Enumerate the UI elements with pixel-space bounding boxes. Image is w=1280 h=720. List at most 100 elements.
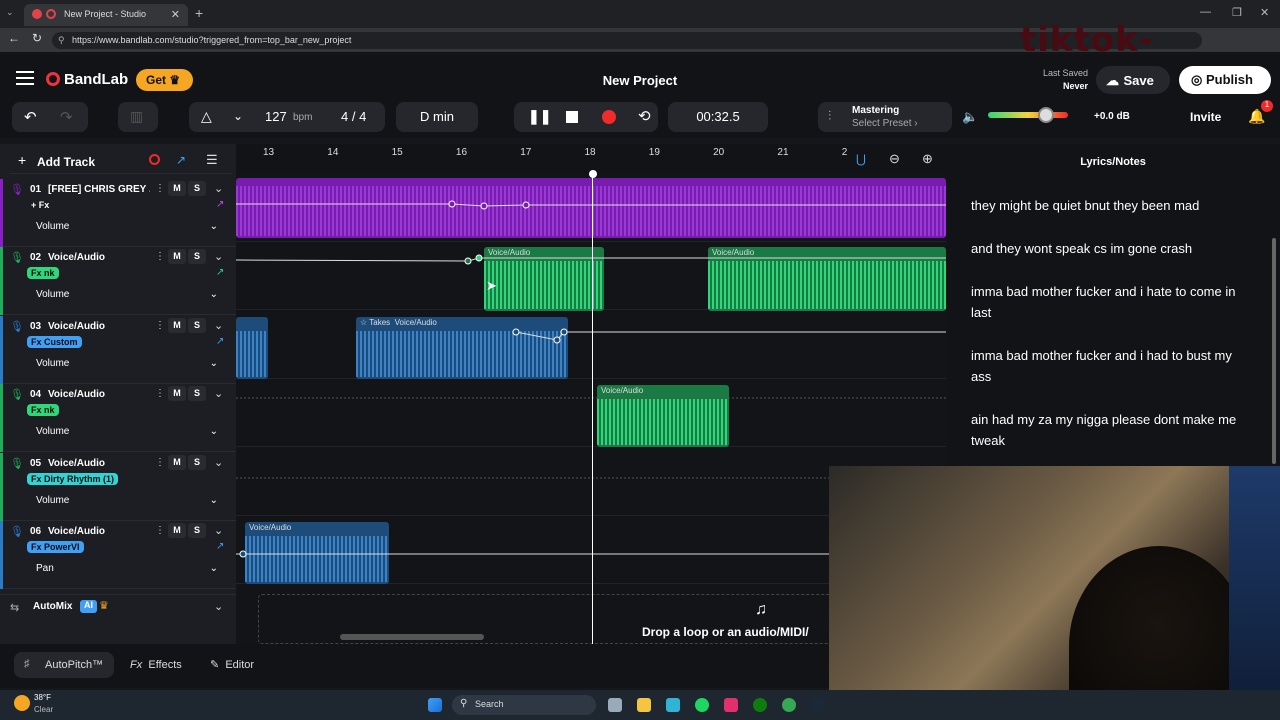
- stop-icon[interactable]: [566, 111, 578, 123]
- steam-icon[interactable]: [811, 698, 825, 712]
- track-header[interactable]: 🎙 05 Voice/Audio ⋮ M S ⌄ Fx Dirty Rhythm (1) Vol…: [0, 453, 236, 521]
- speaker-icon[interactable]: 🔈: [962, 109, 978, 125]
- chrome-icon[interactable]: [782, 698, 796, 712]
- playhead[interactable]: [592, 174, 593, 644]
- track-param-selector[interactable]: Volume ⌄: [14, 356, 228, 374]
- track-param-selector[interactable]: Volume ⌄: [14, 493, 228, 511]
- mute-button[interactable]: M: [168, 455, 186, 470]
- mute-button[interactable]: M: [168, 523, 186, 538]
- kebab-menu-icon[interactable]: ⋮: [155, 457, 165, 468]
- time-signature[interactable]: 4 / 4: [341, 109, 366, 124]
- reload-icon[interactable]: ↻: [32, 31, 42, 45]
- mixer-icon[interactable]: ☰: [206, 152, 218, 168]
- automation-edit-icon[interactable]: ↗: [216, 336, 224, 347]
- track-expand-icon[interactable]: ⌄: [214, 456, 223, 469]
- loop-icon[interactable]: ⟲: [638, 107, 651, 125]
- lyric-line[interactable]: they might be quiet bnut they been mad: [971, 195, 1251, 216]
- playhead-handle[interactable]: [589, 170, 597, 178]
- effects-button[interactable]: Fx Effects: [130, 659, 182, 671]
- spotify-icon[interactable]: [695, 698, 709, 712]
- publish-button[interactable]: ◎ Publish: [1179, 66, 1271, 94]
- redo-icon[interactable]: ↷: [60, 108, 73, 126]
- mute-button[interactable]: M: [168, 249, 186, 264]
- xbox-icon[interactable]: [753, 698, 767, 712]
- magnet-icon[interactable]: ⋃: [856, 152, 866, 166]
- tab-list-icon[interactable]: ⌄: [6, 7, 20, 21]
- lyric-line[interactable]: imma bad mother fucker and i hate to com…: [971, 281, 1251, 323]
- solo-button[interactable]: S: [188, 386, 206, 401]
- automation-node[interactable]: [464, 257, 472, 265]
- track-expand-icon[interactable]: ⌄: [214, 250, 223, 263]
- project-title[interactable]: New Project: [0, 73, 1280, 88]
- back-icon[interactable]: ←: [8, 31, 20, 45]
- instagram-icon[interactable]: [724, 698, 738, 712]
- zoom-in-icon[interactable]: ⊕: [922, 151, 933, 167]
- fx-badge[interactable]: Fx PowerVI: [27, 541, 84, 553]
- window-close-icon[interactable]: ✕: [1260, 6, 1269, 19]
- automation-edit-icon[interactable]: ↗: [216, 541, 224, 552]
- kebab-menu-icon[interactable]: ⋮: [155, 320, 165, 331]
- task-view-icon[interactable]: [608, 698, 622, 712]
- mic-icon[interactable]: 🎙: [10, 251, 24, 264]
- tab-close-icon[interactable]: ✕: [171, 8, 180, 21]
- horizontal-scrollbar[interactable]: [340, 634, 484, 640]
- track-param-selector[interactable]: Volume ⌄: [14, 424, 228, 442]
- track-name[interactable]: Voice/Audio: [48, 458, 150, 469]
- editor-button[interactable]: ✎ Editor: [210, 658, 254, 671]
- mic-icon[interactable]: 🎙: [10, 525, 24, 538]
- kebab-menu-icon[interactable]: ⋮: [155, 251, 165, 262]
- fx-badge[interactable]: Fx Dirty Rhythm (1): [27, 473, 119, 485]
- solo-button[interactable]: S: [188, 181, 206, 196]
- solo-button[interactable]: S: [188, 249, 206, 264]
- track-header[interactable]: 🎙 03 Voice/Audio ⋮ M S ⌄ Fx Custom ↗ Volume ⌄: [0, 316, 236, 384]
- automation-node[interactable]: [480, 202, 488, 210]
- record-arm-icon[interactable]: [149, 154, 160, 165]
- new-tab-button[interactable]: +: [195, 5, 203, 21]
- track-expand-icon[interactable]: ⌄: [214, 182, 223, 195]
- record-icon[interactable]: [602, 110, 616, 124]
- file-explorer-icon[interactable]: [637, 698, 651, 712]
- automation-node[interactable]: [512, 328, 520, 336]
- solo-button[interactable]: S: [188, 455, 206, 470]
- mute-button[interactable]: M: [168, 386, 186, 401]
- fx-badge[interactable]: Fx nk: [27, 267, 59, 279]
- automation-edit-icon[interactable]: ↗: [216, 267, 224, 278]
- time-display[interactable]: 00:32.5: [668, 102, 768, 132]
- maximize-icon[interactable]: ❐: [1232, 6, 1242, 19]
- master-volume-slider[interactable]: [988, 107, 1068, 123]
- track-name[interactable]: [FREE] CHRIS GREY ...: [48, 184, 150, 195]
- lyric-line[interactable]: and they wont speak cs im gone crash: [971, 238, 1251, 259]
- mastering-button[interactable]: ⫶ Mastering Select Preset ›: [818, 102, 952, 132]
- track-name[interactable]: Voice/Audio: [48, 526, 150, 537]
- automix-expand-icon[interactable]: ⌄: [214, 600, 223, 613]
- mute-button[interactable]: M: [168, 181, 186, 196]
- track-name[interactable]: Voice/Audio: [48, 389, 150, 400]
- taskbar-search[interactable]: ⚲ Search: [452, 695, 596, 715]
- kebab-menu-icon[interactable]: ⋮: [155, 183, 165, 194]
- undo-icon[interactable]: ↶: [24, 108, 37, 126]
- automation-node[interactable]: [522, 201, 530, 209]
- windows-start-icon[interactable]: [428, 698, 442, 712]
- add-track-button[interactable]: Add Track: [37, 155, 95, 169]
- autopitch-button[interactable]: ♯ AutoPitch™: [14, 652, 114, 678]
- lyric-line[interactable]: imma bad mother fucker and i had to bust…: [971, 345, 1251, 387]
- automation-node[interactable]: [560, 328, 568, 336]
- lyric-line[interactable]: ain had my za my nigga please dont make …: [971, 409, 1251, 451]
- kebab-menu-icon[interactable]: ⋮: [155, 388, 165, 399]
- track-header[interactable]: 🎙 06 Voice/Audio ⋮ M S ⌄ Fx PowerVI ↗ Pan ⌄: [0, 521, 236, 589]
- key-selector[interactable]: D min: [396, 102, 478, 132]
- track-header[interactable]: 🎙 01 [FREE] CHRIS GREY ... ⋮ M S ⌄ + Fx ↗ Volume ⌄: [0, 179, 236, 247]
- track-expand-icon[interactable]: ⌄: [214, 387, 223, 400]
- mic-icon[interactable]: 🎙: [10, 183, 24, 196]
- kebab-menu-icon[interactable]: ⋮: [155, 525, 165, 536]
- automation-icon[interactable]: ↗: [176, 153, 186, 167]
- track-expand-icon[interactable]: ⌄: [214, 319, 223, 332]
- volume-knob[interactable]: [1037, 107, 1054, 123]
- track-param-selector[interactable]: Pan ⌄: [14, 561, 228, 579]
- fx-badge[interactable]: + Fx: [27, 199, 53, 211]
- grid-button[interactable]: ▥: [118, 102, 158, 132]
- plus-icon[interactable]: +: [18, 152, 26, 168]
- automix-row[interactable]: ⇆ AutoMix AI ♛ ⌄: [0, 594, 236, 620]
- automation-node[interactable]: [553, 336, 561, 344]
- track-name[interactable]: Voice/Audio: [48, 252, 150, 263]
